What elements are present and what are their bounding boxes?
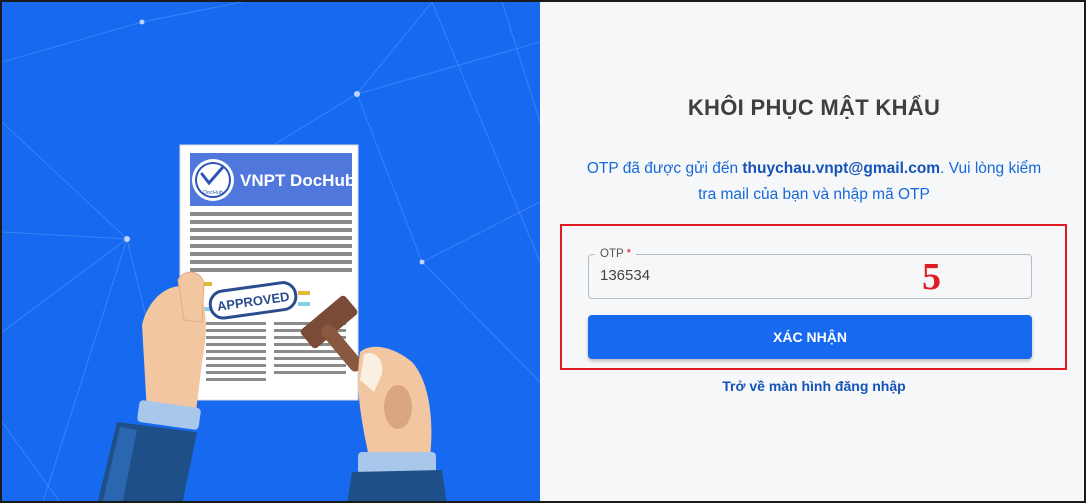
otp-label-text: OTP xyxy=(600,248,624,260)
left-hand xyxy=(97,271,206,501)
illustration-panel: DocHub VNPT DocHub APPROVED xyxy=(2,2,540,501)
confirm-button[interactable]: XÁC NHẬN xyxy=(588,315,1032,359)
otp-field[interactable]: OTP * xyxy=(588,247,1032,299)
logo-small-text: DocHub xyxy=(203,190,223,196)
otp-label: OTP * xyxy=(595,247,637,261)
recover-password-panel: KHÔI PHỤC MẬT KHẨU OTP đã được gửi đến t… xyxy=(540,2,1084,501)
step-number-annotation: 5 xyxy=(922,256,941,298)
back-to-login-link[interactable]: Trở về màn hình đăng nhập xyxy=(540,378,1084,394)
document-illustration: DocHub VNPT DocHub APPROVED xyxy=(97,144,447,501)
page-title: KHÔI PHỤC MẬT KHẨU xyxy=(687,95,941,120)
message-prefix: OTP đã được gửi đến xyxy=(586,160,743,177)
otp-input[interactable] xyxy=(600,267,900,284)
recipient-email: thuychau.vnpt@gmail.com xyxy=(742,160,941,177)
brand-name: VNPT DocHub xyxy=(240,171,355,190)
right-hand xyxy=(347,346,447,501)
otp-sent-message: OTP đã được gửi đến thuychau.vnpt@gmail.… xyxy=(580,156,1048,208)
app-frame: DocHub VNPT DocHub APPROVED KHÔI PHỤC MẬ… xyxy=(0,0,1086,503)
required-mark: * xyxy=(626,248,632,260)
